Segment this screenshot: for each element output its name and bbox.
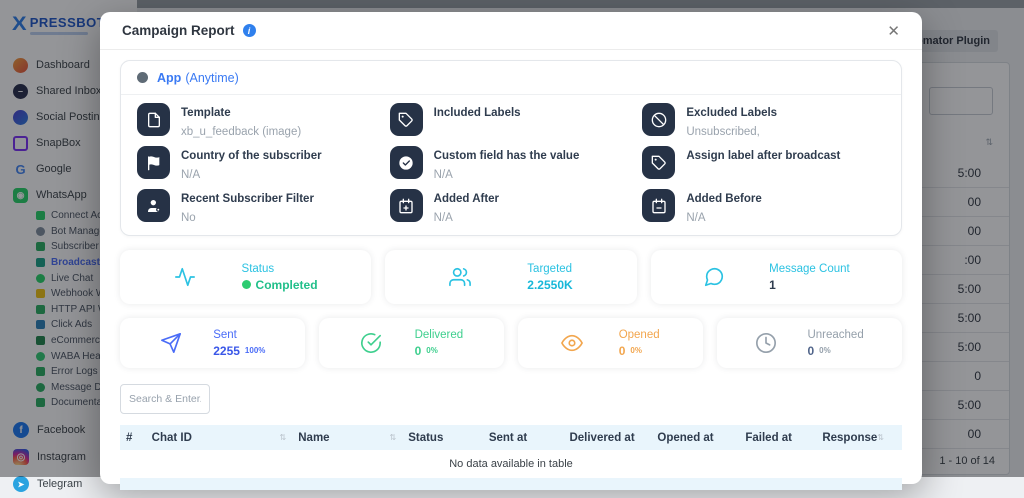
campaign-details-panel: App(Anytime) Templatexb_u_feedback (imag… [120,60,902,236]
telegram-icon: ➤ [13,476,29,492]
status-dot [242,280,251,289]
file-icon [137,103,170,136]
stat-percent: 100% [245,346,265,355]
secondary-stats-row: Sent 2255 100% Delivered 0 0% Opened [120,318,902,368]
stat-label: Message Count [769,263,850,275]
ban-icon [642,103,675,136]
calendar-plus-icon [390,189,423,222]
detail-assign-label: Assign label after broadcast [642,146,885,180]
table-footer-strip [120,478,902,490]
stat-value: 2255 [213,344,240,358]
stat-value: Completed [256,278,318,292]
modal-body: App(Anytime) Templatexb_u_feedback (imag… [100,50,922,490]
detail-added-after: Added AfterN/A [390,189,633,223]
delivered-card: Delivered 0 0% [319,318,504,368]
column-header-opened-at: Opened at [657,432,745,444]
targeted-card: Targeted 2.2550K [385,250,636,304]
stat-value: 2.2550K [527,278,572,292]
campaign-details-grid: Templatexb_u_feedback (image) Included L… [121,95,901,235]
sent-card: Sent 2255 100% [120,318,305,368]
detail-recent-subscriber: Recent Subscriber FilterNo [137,189,380,223]
stat-percent: 0% [426,346,438,355]
opened-card: Opened 0 0% [518,318,703,368]
campaign-report-modal: Campaign Report i ✕ App(Anytime) Templat… [100,12,922,484]
column-header-name[interactable]: Name⇅ [298,432,408,444]
column-header-status: Status [408,432,489,444]
primary-stats-row: Status Completed Targeted 2.2550K Mess [120,250,902,304]
detail-added-before: Added BeforeN/A [642,189,885,223]
user-icon [137,189,170,222]
detail-included-labels: Included Labels [390,103,633,137]
stat-label: Targeted [527,263,572,275]
modal-header: Campaign Report i ✕ [100,12,922,50]
detail-excluded-labels: Excluded LabelsUnsubscribed, [642,103,885,137]
column-header-failed-at: Failed at [745,432,822,444]
detail-country: Country of the subscriberN/A [137,146,380,180]
tag-icon [642,146,675,179]
stat-label: Sent [213,329,265,341]
stat-value: 0 [619,344,626,358]
status-card: Status Completed [120,250,371,304]
info-icon[interactable]: i [243,24,256,37]
clock-icon [755,332,777,354]
stat-value: 0 [807,344,814,358]
stat-label: Opened [619,329,660,341]
detail-template: Templatexb_u_feedback (image) [137,103,380,137]
check-circle-icon [390,146,423,179]
unreached-card: Unreached 0 0% [717,318,902,368]
column-header-chat-id[interactable]: Chat ID⇅ [152,432,299,444]
flag-icon [137,146,170,179]
sort-icon[interactable]: ⇅ [390,433,397,442]
close-icon[interactable]: ✕ [887,22,900,40]
column-header-response[interactable]: Response⇅ [822,432,896,444]
sort-icon[interactable]: ⇅ [877,433,884,442]
detail-custom-field: Custom field has the valueN/A [390,146,633,180]
eye-icon [561,332,583,354]
campaign-name-link[interactable]: App(Anytime) [157,71,239,85]
activity-icon [174,266,196,288]
column-header-sent-at: Sent at [489,432,570,444]
column-header-delivered-at: Delivered at [569,432,657,444]
empty-table-message: No data available in table [120,450,902,478]
stat-label: Status [242,263,318,275]
users-icon [449,266,471,288]
chat-bubble-icon [703,266,725,288]
stat-percent: 0% [630,346,642,355]
stat-value: 0 [415,344,422,358]
message-count-card: Message Count 1 [651,250,902,304]
check-circle-icon [360,332,382,354]
search-input[interactable] [120,384,210,414]
modal-title: Campaign Report [122,23,235,38]
report-table-header: # Chat ID⇅ Name⇅ Status Sent at Delivere… [120,425,902,450]
send-icon [160,332,182,354]
column-header-index: # [126,432,152,444]
bullet-icon [137,72,148,83]
stat-percent: 0% [819,346,831,355]
tag-icon [390,103,423,136]
calendar-minus-icon [642,189,675,222]
stat-label: Delivered [415,329,464,341]
campaign-header: App(Anytime) [121,61,901,95]
sort-icon[interactable]: ⇅ [280,433,287,442]
stat-label: Unreached [807,329,863,341]
stat-value: 1 [769,278,850,292]
